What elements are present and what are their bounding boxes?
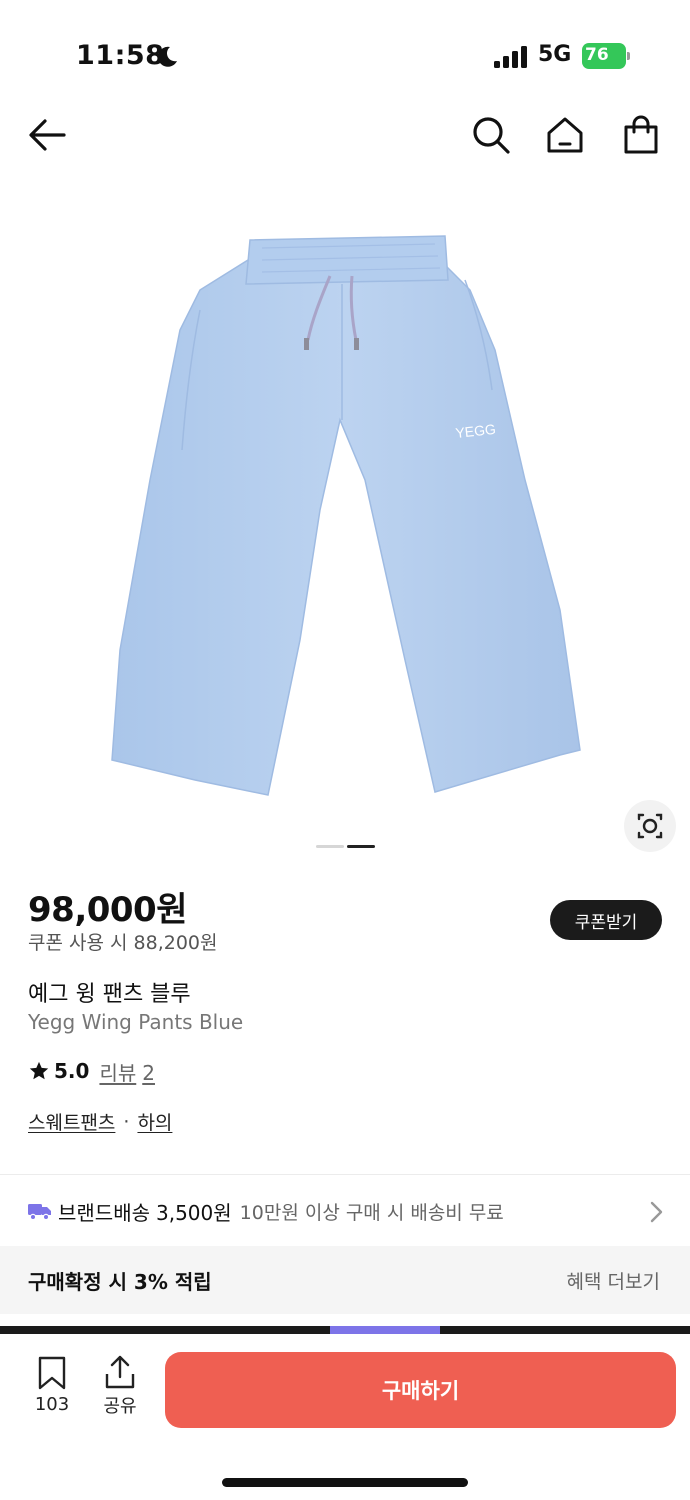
share-button[interactable]: 공유 (98, 1354, 142, 1417)
buy-button[interactable]: 구매하기 (165, 1352, 676, 1428)
pager-dot-inactive (316, 845, 344, 848)
image-search-button[interactable] (624, 800, 676, 852)
product-name-english: Yegg Wing Pants Blue (28, 1010, 244, 1034)
review-link[interactable]: 리뷰 2 (99, 1057, 161, 1086)
signal-icon (494, 46, 527, 68)
content-peek-accent (330, 1326, 440, 1334)
coupon-download-button[interactable]: 쿠폰받기 (550, 900, 662, 940)
shipping-note: 10만원 이상 구매 시 배송비 무료 (239, 1201, 504, 1224)
reward-text: 구매확정 시 3% 적립 (28, 1270, 212, 1294)
share-label: 공유 (103, 1396, 137, 1417)
product-image[interactable]: YEGG (0, 180, 690, 870)
shipping-fee: 3,500원 (156, 1200, 232, 1225)
chevron-right-icon (650, 1201, 663, 1223)
like-button[interactable]: 103 (30, 1356, 74, 1416)
moon-icon (157, 46, 177, 67)
battery-indicator: 76 (582, 43, 630, 69)
more-benefits-link[interactable]: 혜택 더보기 (567, 1267, 660, 1294)
breadcrumb: 스웨트팬츠 · 하의 (28, 1108, 172, 1135)
star-icon (29, 1061, 49, 1080)
category-separator: · (123, 1110, 130, 1133)
shopping-bag-icon[interactable] (620, 114, 662, 156)
review-label: 리뷰 (99, 1060, 137, 1085)
pants-illustration: YEGG (111, 235, 581, 796)
product-name-korean: 예그 윙 팬츠 블루 (28, 982, 191, 1007)
shipping-label: 브랜드배송 (58, 1200, 150, 1225)
pager-dot-active (347, 845, 375, 848)
search-icon[interactable] (470, 114, 512, 156)
battery-level: 76 (585, 45, 609, 65)
arrow-left-icon[interactable] (26, 115, 68, 155)
rating-value: 5.0 (54, 1059, 90, 1083)
battery-tip (627, 52, 630, 60)
share-icon (105, 1355, 135, 1389)
rating-row: 5.0 리뷰 2 (28, 1057, 161, 1085)
status-time: 11:58 (76, 40, 165, 71)
reward-row: 구매확정 시 3% 적립 혜택 더보기 (0, 1246, 690, 1314)
home-icon[interactable] (544, 114, 586, 156)
category-link-sweatpants[interactable]: 스웨트팬츠 (28, 1108, 115, 1135)
like-count: 103 (34, 1394, 70, 1415)
bottom-action-bar: 103 공유 구매하기 (0, 1334, 690, 1500)
top-nav-bar (0, 100, 690, 170)
divider (0, 1174, 690, 1175)
battery-body: 76 (582, 43, 626, 69)
image-pager (316, 845, 376, 849)
price: 98,000원 (28, 890, 187, 930)
coupon-price: 쿠폰 사용 시 88,200원 (28, 932, 218, 954)
network-label: 5G (538, 42, 572, 67)
status-bar: 11:58 5G 76 (0, 0, 690, 100)
category-link-bottoms[interactable]: 하의 (137, 1108, 172, 1135)
truck-icon (28, 1204, 51, 1220)
home-indicator (222, 1478, 468, 1487)
lens-icon (637, 813, 663, 839)
bookmark-icon (38, 1356, 66, 1390)
shipping-info-row[interactable]: 브랜드배송 3,500원 10만원 이상 구매 시 배송비 무료 (0, 1180, 690, 1242)
review-count: 2 (142, 1060, 155, 1085)
